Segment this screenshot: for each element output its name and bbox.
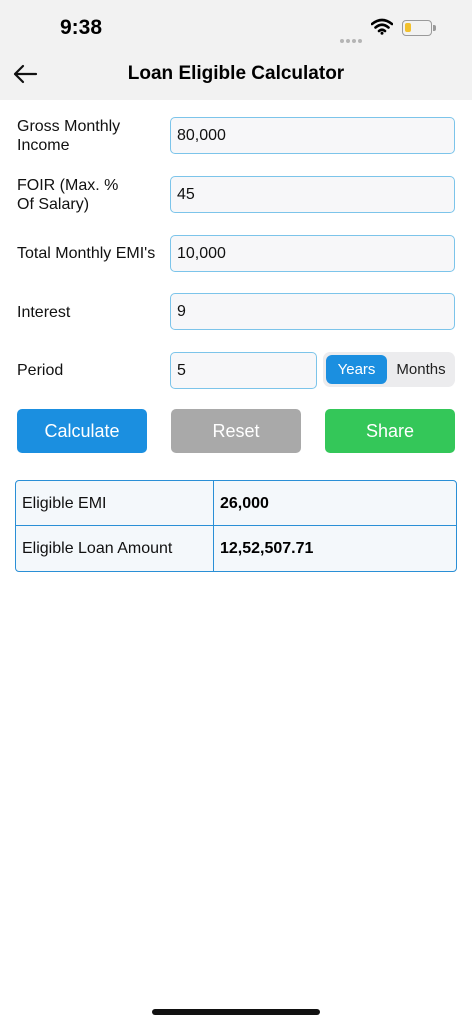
calculate-button[interactable]: Calculate [17, 409, 147, 453]
foir-label: FOIR (Max. % Of Salary) [17, 177, 119, 213]
total-emi-input[interactable] [170, 235, 455, 272]
wifi-icon [371, 18, 393, 35]
period-input[interactable] [170, 352, 317, 389]
gross-income-label: Gross Monthly Income [17, 118, 121, 154]
eligible-loan-amount-label: Eligible Loan Amount [22, 540, 173, 557]
gross-income-input[interactable] [170, 117, 455, 154]
interest-label: Interest [17, 304, 71, 321]
cellular-signal-icon [340, 30, 364, 48]
page-title: Loan Eligible Calculator [127, 63, 345, 84]
interest-input[interactable] [170, 293, 455, 330]
period-unit-segmented-control: Years Months [323, 352, 455, 387]
total-emi-label: Total Monthly EMI's [17, 245, 156, 262]
share-button[interactable]: Share [325, 409, 455, 453]
status-time: 9:38 [60, 16, 103, 39]
period-label: Period [17, 362, 64, 379]
home-indicator[interactable] [152, 1009, 320, 1015]
segment-years[interactable]: Years [326, 355, 387, 384]
nav-bar: Loan Eligible Calculator [0, 50, 472, 100]
table-row: Eligible EMI 26,000 [16, 481, 456, 526]
eligible-emi-value: 26,000 [220, 495, 269, 512]
results-table: Eligible EMI 26,000 Eligible Loan Amount… [15, 480, 457, 572]
battery-icon [402, 20, 436, 36]
reset-button[interactable]: Reset [171, 409, 301, 453]
status-bar: 9:38 [0, 0, 472, 50]
segment-months[interactable]: Months [389, 355, 453, 384]
eligible-loan-amount-value: 12,52,507.71 [220, 540, 314, 557]
foir-input[interactable] [170, 176, 455, 213]
table-row: Eligible Loan Amount 12,52,507.71 [16, 526, 456, 571]
eligible-emi-label: Eligible EMI [22, 495, 107, 512]
screen: 9:38 Loan Eligible Calculator Gross Mont… [0, 0, 472, 1024]
